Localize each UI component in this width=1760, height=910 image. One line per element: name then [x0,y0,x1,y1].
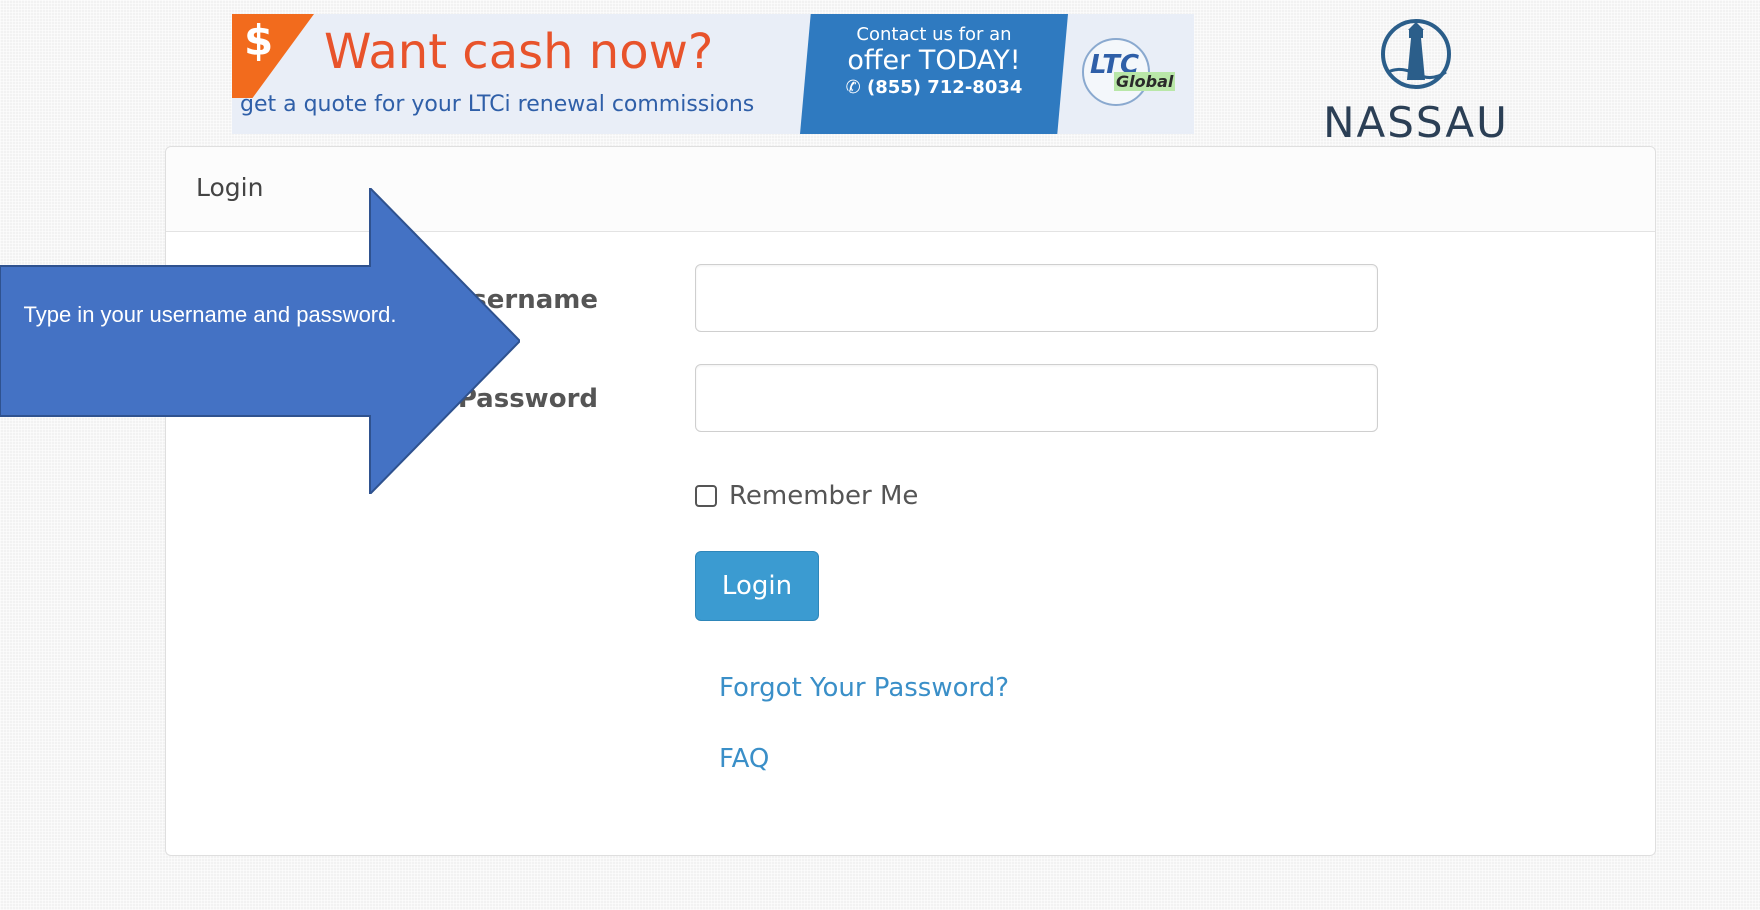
banner-phone: (855) 712-8034 [866,77,1023,98]
remember-me-label: Remember Me [729,481,919,511]
lighthouse-icon [1381,19,1451,89]
instruction-callout-text: Type in your username and password. [23,302,397,327]
faq-link[interactable]: FAQ [719,744,769,774]
instruction-arrow [0,188,520,494]
login-button[interactable]: Login [695,551,819,621]
nassau-logo-text: NASSAU [1323,98,1509,147]
forgot-password-link[interactable]: Forgot Your Password? [719,673,1009,703]
username-input[interactable] [695,264,1378,332]
ltc-global-banner-ad[interactable]: $ Want cash now? get a quote for your LT… [232,14,1194,134]
banner-contact-line1: Contact us for an [856,24,1012,45]
password-input[interactable] [695,364,1378,432]
banner-headline: Want cash now? [324,24,714,80]
phone-icon: ✆ [845,77,861,98]
banner-contact-block: Contact us for an offer TODAY! ✆ (855) 7… [800,14,1068,134]
dollar-icon: $ [232,14,314,98]
global-logo-text: Global [1114,72,1176,91]
remember-me[interactable]: Remember Me [695,481,918,511]
banner-subline: get a quote for your LTCi renewal commis… [240,92,755,117]
ltc-global-logo: LTC Global [1076,32,1186,118]
remember-me-checkbox[interactable] [695,485,717,507]
banner-contact-line2: offer TODAY! [847,45,1021,76]
